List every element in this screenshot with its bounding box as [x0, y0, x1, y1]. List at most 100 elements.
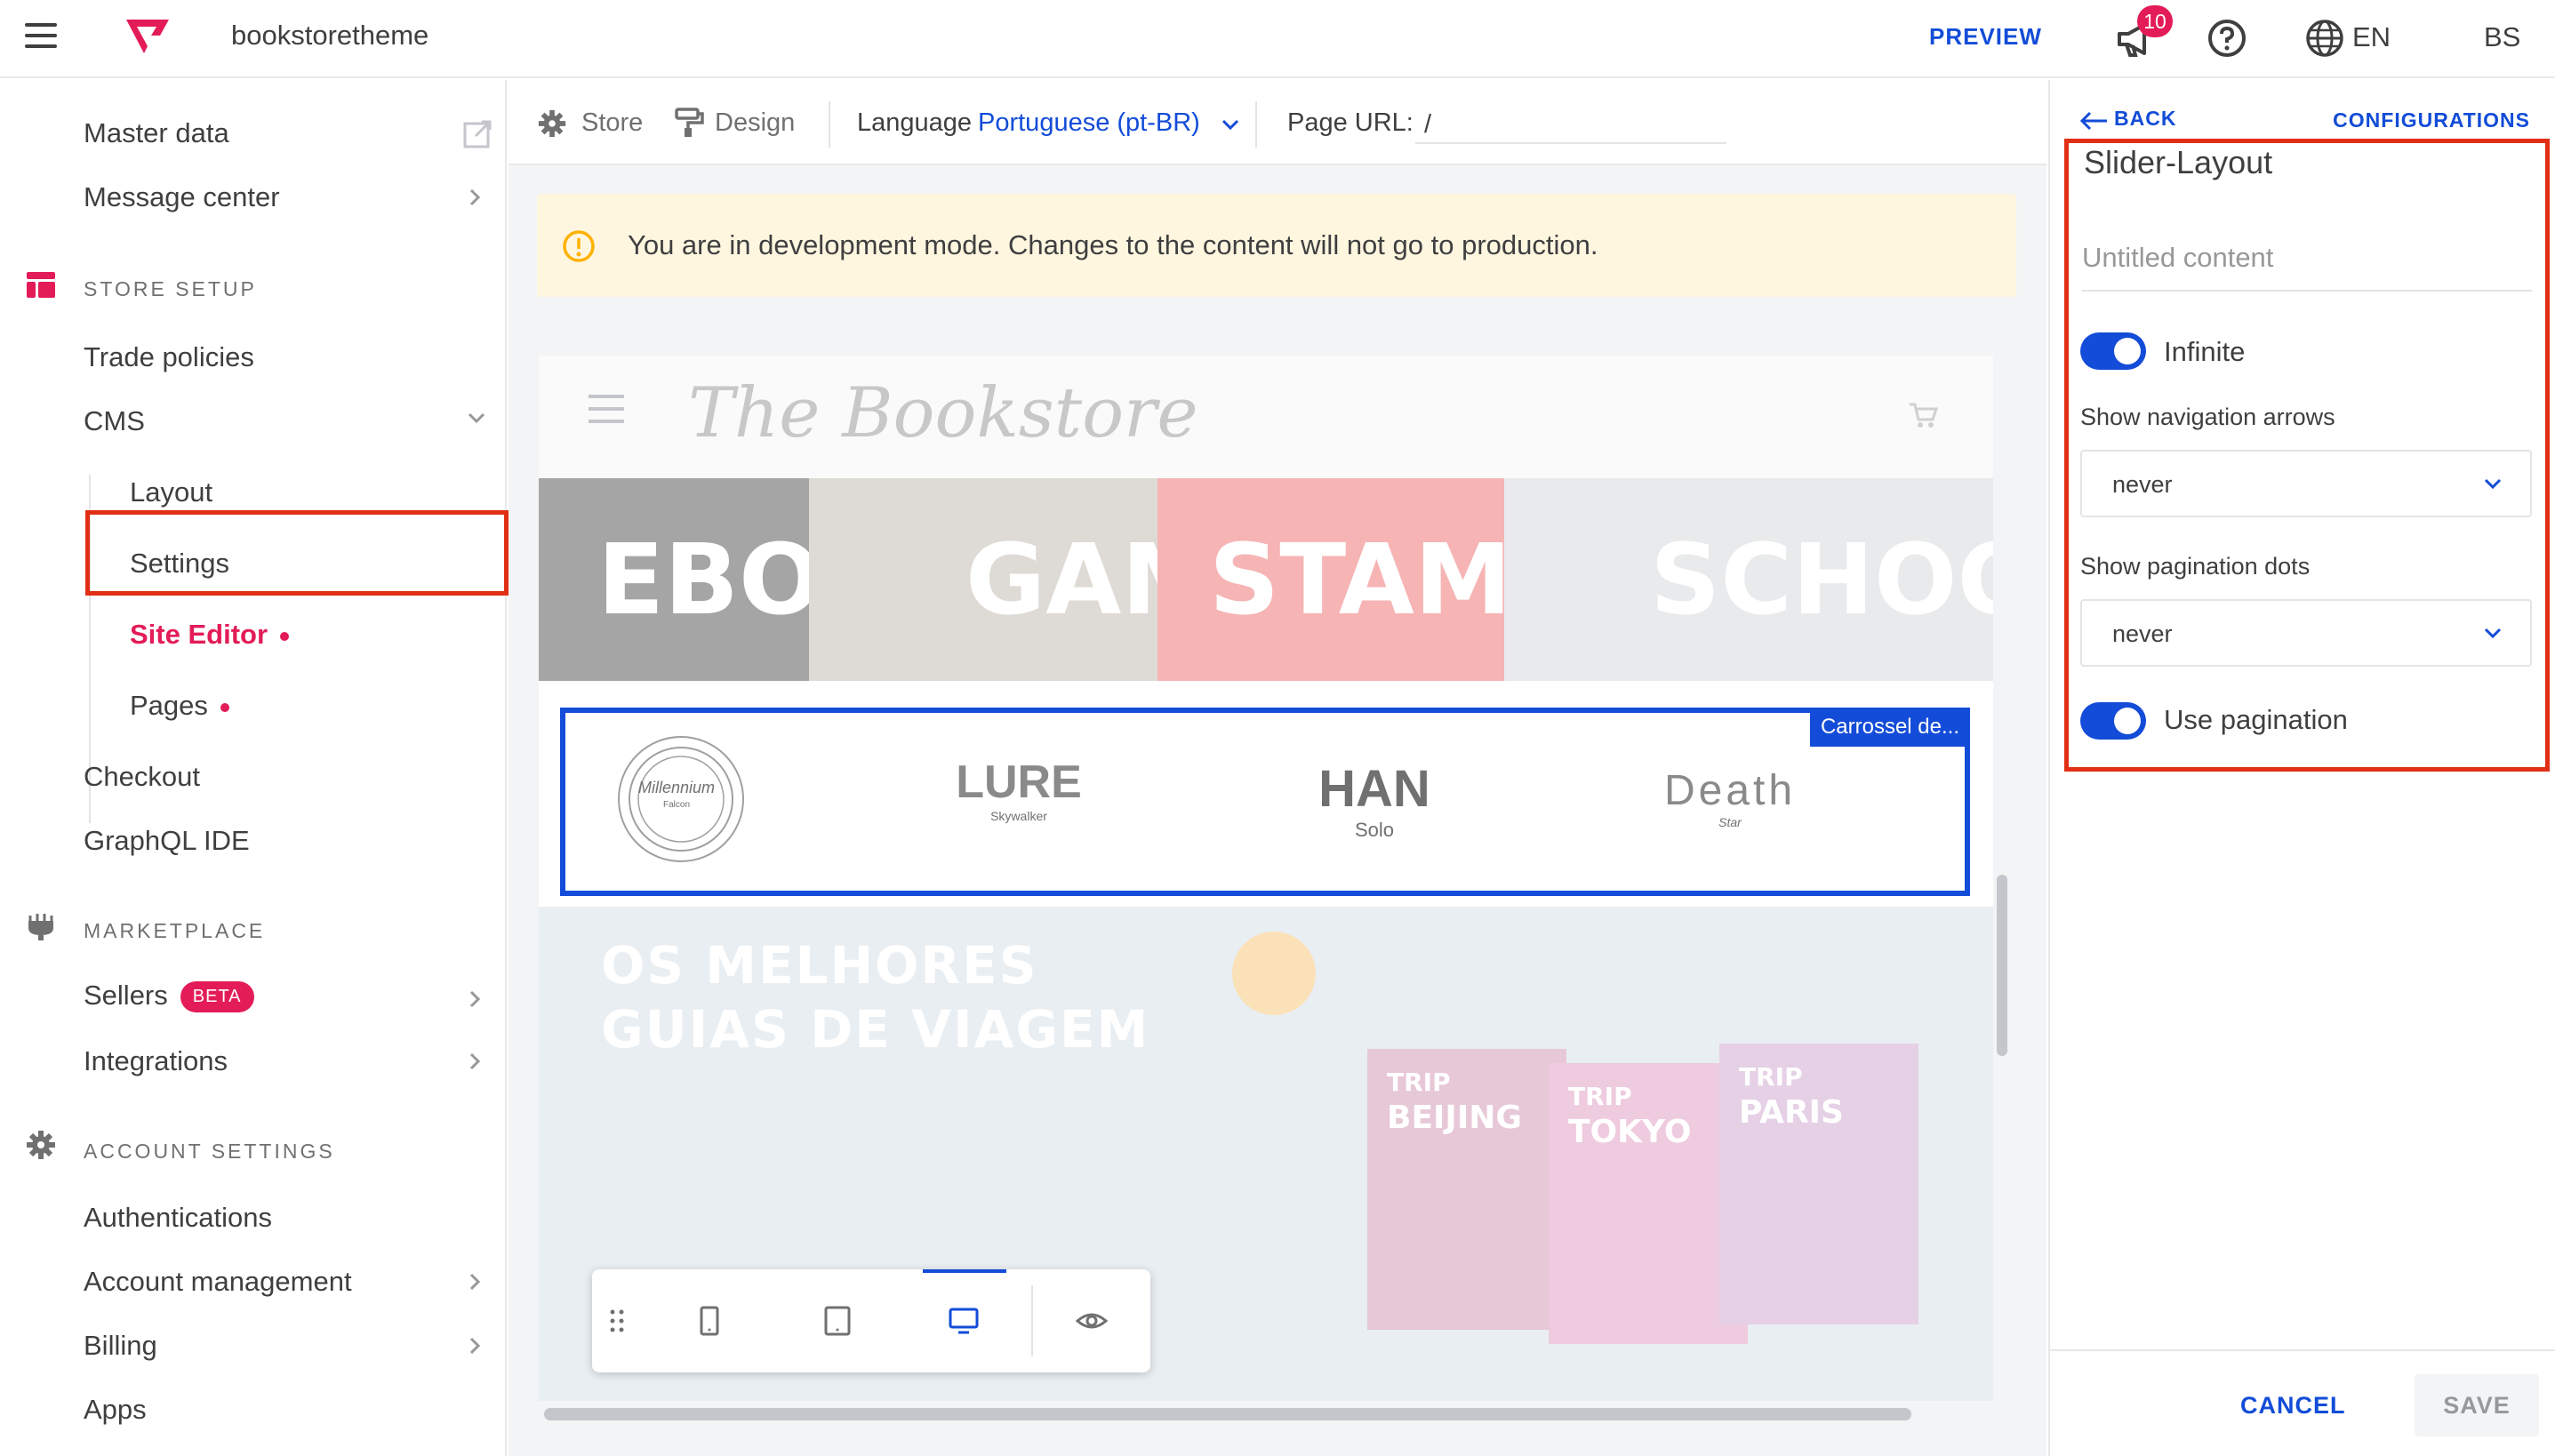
use-pagination-label: Use pagination	[2164, 704, 2348, 735]
logo-main: Death	[1663, 767, 1797, 814]
category-banners[interactable]: EBOOI GAME STAMPL SCHOOL	[539, 478, 1993, 681]
sidebar-item-integrations[interactable]: Integrations	[84, 1045, 228, 1077]
pagination-dots-select[interactable]: never	[2080, 599, 2532, 667]
sidebar-item-account-management[interactable]: Account management	[84, 1266, 352, 1298]
panel-title: Slider-Layout	[2084, 144, 2273, 180]
cancel-button[interactable]: CANCEL	[2240, 1392, 2346, 1420]
travel-title-line1: OS MELHORES	[601, 935, 1038, 996]
sidebar-item-message-center[interactable]: Message center	[84, 181, 280, 213]
vertical-scrollbar[interactable]	[1997, 875, 2007, 1056]
page-url-label: Page URL:	[1287, 108, 1414, 137]
logo-han-solo[interactable]: HAN Solo	[1294, 759, 1454, 842]
language-label: Language	[857, 108, 973, 137]
logo-death-star[interactable]: Death Star	[1641, 766, 1819, 829]
sidebar-item-cms[interactable]: CMS	[84, 405, 145, 437]
back-button[interactable]: BACK	[2114, 107, 2176, 131]
sidebar-item-pages[interactable]: Pages	[130, 690, 229, 722]
book-trip: TRIP	[1568, 1082, 1632, 1111]
book-city: PARIS	[1739, 1094, 1844, 1131]
drag-handle-icon[interactable]	[608, 1305, 626, 1337]
language-dropdown[interactable]: Portuguese (pt-BR)	[978, 108, 1200, 138]
device-switcher	[592, 1269, 1150, 1372]
toolbar-divider	[1255, 101, 1257, 148]
user-avatar[interactable]: BS	[2484, 21, 2520, 53]
menu-icon[interactable]	[589, 395, 624, 427]
store-tab[interactable]: Store	[581, 108, 643, 138]
sidebar-item-master-data[interactable]: Master data	[84, 117, 229, 149]
nav-arrows-select[interactable]: never	[2080, 450, 2532, 517]
help-icon[interactable]	[2207, 18, 2247, 59]
paint-roller-icon[interactable]	[674, 107, 706, 139]
gear-icon[interactable]	[537, 108, 567, 139]
sun-illustration	[1232, 932, 1316, 1015]
configuration-panel: BACK CONFIGURATIONS Slider-Layout Untitl…	[2048, 80, 2555, 1456]
sidebar-item-layout[interactable]: Layout	[130, 476, 212, 508]
mobile-icon[interactable]	[693, 1305, 725, 1337]
content-title-input[interactable]: Untitled content	[2082, 242, 2532, 292]
chevron-down-icon[interactable]	[1220, 114, 1241, 135]
banner-back-to-school[interactable]: SCHOOL	[1504, 478, 1993, 681]
site-editor-highlight	[85, 510, 509, 596]
sidebar-item-graphql-ide[interactable]: GraphQL IDE	[84, 825, 250, 857]
book-trip: TRIP	[1387, 1068, 1451, 1097]
banner-label: EBOOI	[597, 523, 809, 636]
brand-carousel-selected[interactable]: Carrossel de... Millennium Falcon LURE S…	[560, 708, 1970, 896]
banner-stamps[interactable]: STAMPL	[1157, 478, 1504, 681]
cart-icon[interactable]	[1908, 402, 1938, 428]
dev-mode-message: You are in development mode. Changes to …	[628, 229, 1598, 260]
menu-icon[interactable]	[25, 23, 57, 52]
globe-icon[interactable]	[2304, 18, 2345, 59]
use-pagination-toggle[interactable]	[2080, 702, 2146, 740]
logo-main: LURE	[956, 756, 1082, 808]
infinite-toggle[interactable]	[2080, 332, 2146, 370]
design-tab[interactable]: Design	[715, 108, 795, 138]
banner-ebooks[interactable]: EBOOI	[539, 478, 809, 681]
sidebar-item-authentications[interactable]: Authentications	[84, 1202, 272, 1234]
arrow-left-icon[interactable]	[2078, 110, 2109, 132]
sidebar: Master data Message center STORE SETUP T…	[0, 80, 507, 1456]
infinite-label: Infinite	[2164, 336, 2246, 367]
eye-icon[interactable]	[1076, 1305, 1108, 1337]
page-url-input[interactable]: /	[1415, 105, 1726, 144]
sellers-label: Sellers	[84, 980, 168, 1011]
logo-lure[interactable]: LURE Skywalker	[948, 756, 1090, 823]
external-link-icon[interactable]	[462, 119, 493, 149]
sidebar-item-site-editor[interactable]: Site Editor	[130, 619, 290, 651]
horizontal-scrollbar[interactable]	[544, 1408, 1911, 1420]
chevron-right-icon	[469, 1052, 481, 1070]
language-selector[interactable]: EN	[2352, 21, 2391, 53]
sidebar-item-trade-policies[interactable]: Trade policies	[84, 341, 254, 373]
chevron-right-icon	[469, 1273, 481, 1291]
preview-button[interactable]: PREVIEW	[1929, 23, 2042, 51]
section-marketplace: MARKETPLACE	[84, 919, 266, 942]
configurations-tab[interactable]: CONFIGURATIONS	[2333, 108, 2530, 132]
sidebar-item-billing[interactable]: Billing	[84, 1330, 157, 1362]
panel-footer: CANCEL SAVE	[2050, 1349, 2555, 1456]
save-button[interactable]: SAVE	[2415, 1374, 2539, 1436]
logo-sub: Falcon	[662, 800, 690, 810]
book-city: BEIJING	[1387, 1100, 1522, 1136]
carousel-tag[interactable]: Carrossel de...	[1809, 708, 1970, 747]
logo-main: HAN	[1318, 760, 1430, 818]
mandala-icon	[618, 736, 744, 862]
travel-title-line2: GUIAS DE VIAGEM	[601, 999, 1150, 1060]
book-paris: TRIP PARIS	[1719, 1044, 1918, 1324]
warning-icon	[563, 230, 595, 262]
sidebar-item-sellers[interactable]: Sellers BETA	[84, 980, 254, 1013]
sidebar-item-apps[interactable]: Apps	[84, 1394, 147, 1426]
desktop-icon[interactable]	[948, 1305, 980, 1337]
dev-mode-banner: You are in development mode. Changes to …	[537, 194, 2016, 297]
book-city: TOKYO	[1568, 1114, 1692, 1150]
tablet-icon[interactable]	[821, 1305, 853, 1337]
nav-arrows-value: never	[2112, 471, 2173, 498]
section-store-setup: STORE SETUP	[84, 277, 257, 300]
pagination-dots-label: Show pagination dots	[2080, 553, 2311, 580]
nav-arrows-label: Show navigation arrows	[2080, 404, 2335, 430]
sidebar-item-checkout[interactable]: Checkout	[84, 761, 200, 793]
status-dot	[280, 631, 290, 641]
vtex-logo[interactable]	[124, 18, 171, 55]
banner-games[interactable]: GAME	[809, 478, 1157, 681]
book-trip: TRIP	[1739, 1062, 1803, 1092]
logo-millennium[interactable]: Millennium Falcon	[610, 732, 752, 870]
chevron-down-icon	[468, 412, 485, 424]
